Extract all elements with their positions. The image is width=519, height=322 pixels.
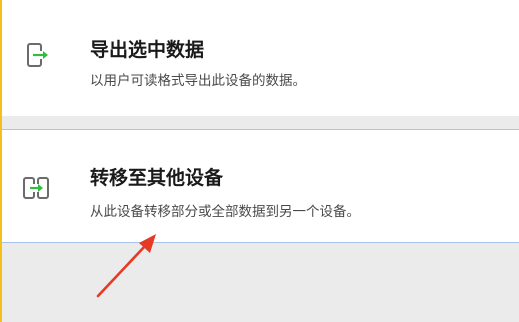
device-export-icon (24, 42, 52, 70)
export-selected-data-option[interactable]: 导出选中数据 以用户可读格式导出此设备的数据。 (2, 0, 519, 116)
option-description: 从此设备转移部分或全部数据到另一个设备。 (90, 204, 360, 220)
device-transfer-icon (22, 174, 50, 202)
option-title: 导出选中数据 (90, 39, 205, 61)
option-title: 转移至其他设备 (90, 167, 224, 189)
option-description: 以用户可读格式导出此设备的数据。 (90, 73, 306, 89)
transfer-to-other-device-option[interactable]: 转移至其他设备 从此设备转移部分或全部数据到另一个设备。 (2, 129, 519, 243)
